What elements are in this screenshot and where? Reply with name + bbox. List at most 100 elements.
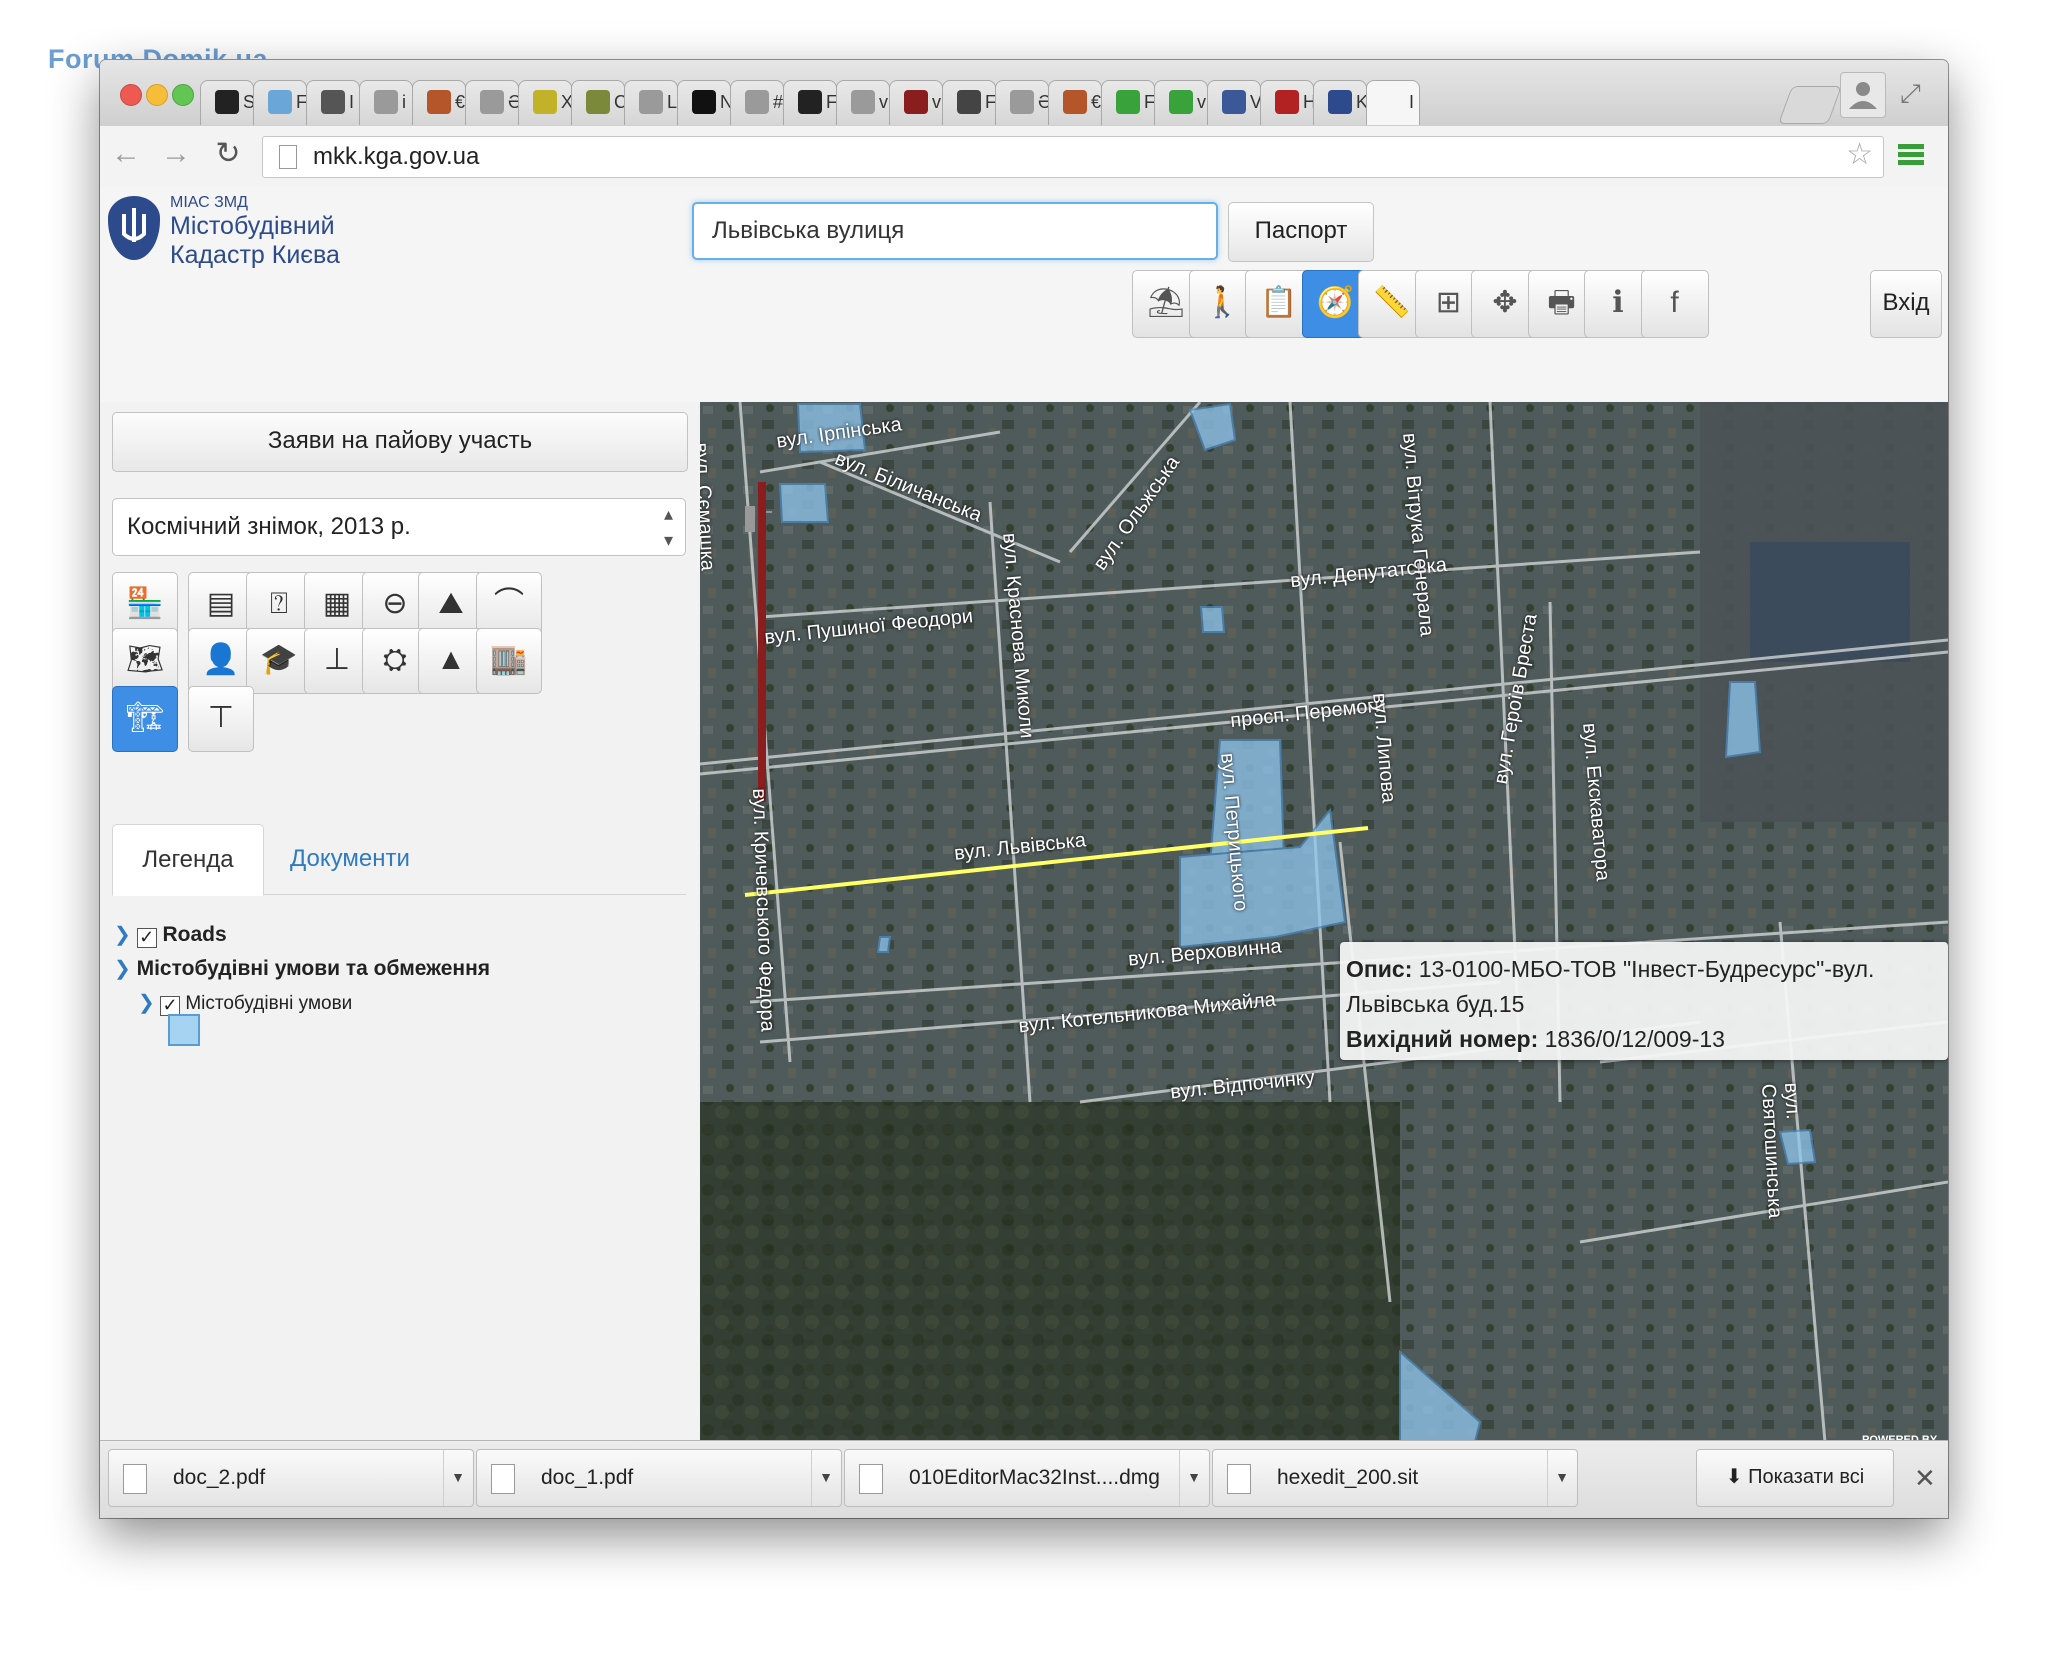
show-all-downloads-button[interactable]: ⬇ Показати всі	[1696, 1449, 1894, 1507]
passport-button[interactable]: Паспорт	[1228, 202, 1374, 262]
tab-strip: S F Ii € Ә X C L N # Fv v F Ә € Fv V H K I ⤢	[100, 60, 1948, 126]
hamburger-menu-icon	[1898, 144, 1924, 165]
browser-tab[interactable]: F	[942, 80, 996, 125]
green-house-icon	[1116, 90, 1140, 114]
store-icon: 🏪	[126, 587, 164, 620]
reload-button[interactable]: ↻	[210, 136, 246, 172]
tab-title: €	[455, 92, 466, 112]
download-item[interactable]: 010EditorMac32Inst....dmg ▼	[844, 1449, 1210, 1507]
roads-checkbox[interactable]: ✓	[136, 928, 157, 948]
person-icon: 👤	[202, 643, 240, 676]
gavel-icon	[427, 90, 451, 114]
browser-tab[interactable]: H	[1260, 80, 1316, 125]
n-icon	[692, 90, 716, 114]
page-icon	[745, 90, 769, 114]
bookmark-star-icon[interactable]: ☆	[1846, 137, 1873, 172]
park-icon: ⌒	[494, 587, 524, 620]
street-label: вул. Святошинська	[1757, 1082, 1804, 1219]
menu-button[interactable]	[1896, 140, 1926, 175]
address-search-input[interactable]: Львівська вулиця	[692, 202, 1218, 260]
layer-button-tree[interactable]: ▲	[418, 628, 484, 694]
logo-title-line2: Кадастр Києва	[170, 241, 340, 269]
construction-crane-icon: 🏗	[125, 701, 165, 734]
applications-button[interactable]: Заяви на пайову участь	[112, 412, 688, 472]
browser-tab[interactable]: I	[306, 80, 360, 125]
layer-button-education[interactable]: 🎓	[246, 628, 312, 694]
back-button[interactable]: ←	[108, 136, 144, 172]
browser-tab[interactable]: C	[571, 80, 627, 125]
layer-button-person[interactable]: 👤	[188, 628, 254, 694]
building-plan-icon: ▤	[206, 587, 236, 620]
layer-button-billboard[interactable]: ⊤	[188, 686, 254, 752]
minimize-window-button[interactable]	[146, 84, 168, 106]
tree-item-conditions-layer[interactable]: ❯ ✓ Містобудівні умови	[138, 990, 352, 1016]
browser-tab[interactable]: Ә	[995, 80, 1052, 125]
tree-item-conditions-group[interactable]: ❯ Містобудівні умови та обмеження	[114, 956, 490, 981]
logo-subtitle: МІАС ЗМД	[170, 194, 248, 211]
maximize-window-button[interactable]	[172, 84, 194, 106]
browser-tab[interactable]: V	[1207, 80, 1262, 125]
tab-title: €	[1091, 92, 1102, 112]
profile-button[interactable]	[1840, 72, 1886, 118]
tab-legend[interactable]: Легенда	[112, 824, 264, 896]
map-view[interactable]: вул. Сємашка вул. Ірпінська вул. Біличан…	[700, 402, 1948, 1500]
caret-down-icon[interactable]: ▼	[1547, 1450, 1576, 1506]
caret-down-icon[interactable]: ▼	[443, 1450, 472, 1506]
github-icon	[215, 90, 239, 114]
tree-label-conditions-group: Містобудівні умови та обмеження	[136, 957, 491, 980]
browser-tab[interactable]: v	[836, 80, 890, 125]
facebook-tool-button[interactable]: f	[1640, 270, 1709, 338]
tab-documents[interactable]: Документи	[290, 824, 410, 894]
basemap-select[interactable]: Космічний знімок, 2013 р. ▴ ▾	[112, 498, 686, 556]
clipboard-icon: 📋	[1260, 286, 1298, 319]
tree-item-roads[interactable]: ❯ ✓ Roads	[114, 922, 227, 948]
url-field[interactable]: mkk.kga.gov.ua ☆	[262, 136, 1884, 178]
close-icon[interactable]: ✕	[1914, 1463, 1936, 1494]
app-header: МІАС ЗМД Містобудівний Кадастр Києва Льв…	[100, 186, 1948, 402]
browser-tab[interactable]: #	[730, 80, 784, 125]
browser-tab[interactable]: S	[200, 80, 255, 125]
legend-swatch	[168, 1014, 200, 1046]
download-item[interactable]: hexedit_200.sit ▼	[1212, 1449, 1578, 1507]
cloud-icon	[268, 90, 292, 114]
browser-tab[interactable]: v	[1154, 80, 1208, 125]
browser-tab[interactable]: €	[1048, 80, 1102, 125]
browser-tab[interactable]: K	[1313, 80, 1368, 125]
browser-tab[interactable]: Ә	[465, 80, 522, 125]
browser-tab[interactable]: F	[783, 80, 837, 125]
browser-tab[interactable]: i	[359, 80, 413, 125]
layer-button-construction-crane[interactable]: 🏗	[112, 686, 178, 752]
browser-window: S F Ii € Ә X C L N # Fv v F Ә € Fv V H K I ⤢ ← → ↻ mkk.kga.…	[100, 60, 1948, 1518]
browser-tab[interactable]: v	[889, 80, 943, 125]
download-item[interactable]: doc_2.pdf ▼	[108, 1449, 474, 1507]
download-item[interactable]: doc_1.pdf ▼	[476, 1449, 842, 1507]
chevron-right-icon[interactable]: ❯	[114, 924, 131, 946]
layer-button-map-layer[interactable]: 🗺	[112, 628, 178, 694]
browser-tab[interactable]: F	[253, 80, 307, 125]
downloads-bar: doc_2.pdf ▼ doc_1.pdf ▼ 010EditorMac32Inst..…	[100, 1440, 1948, 1518]
caret-down-icon[interactable]: ▼	[811, 1450, 840, 1506]
browser-tab[interactable]: X	[518, 80, 573, 125]
browser-tab[interactable]: N	[677, 80, 733, 125]
login-button[interactable]: Вхід	[1870, 270, 1942, 338]
speaker-icon	[321, 90, 345, 114]
fullscreen-icon[interactable]: ⤢	[1900, 78, 1921, 110]
logo-title-line1: Містобудівний	[170, 212, 335, 240]
chevron-down-icon[interactable]: ❯	[114, 958, 131, 980]
browser-tab[interactable]: L	[624, 80, 678, 125]
new-tab-button[interactable]	[1778, 86, 1842, 124]
landscape-icon: ⛰	[438, 587, 464, 620]
caret-down-icon[interactable]: ▼	[1179, 1450, 1208, 1506]
close-window-button[interactable]	[120, 84, 142, 106]
browser-tab[interactable]: €	[412, 80, 466, 125]
browser-tab[interactable]: F	[1101, 80, 1155, 125]
forward-button[interactable]: →	[158, 136, 194, 172]
page-icon	[639, 90, 663, 114]
layer-button-monument[interactable]: ⊥	[304, 628, 370, 694]
conditions-checkbox[interactable]: ✓	[160, 996, 181, 1016]
browser-tab[interactable]: I	[1366, 80, 1420, 125]
green-house-icon	[1169, 90, 1193, 114]
layer-button-market[interactable]: 🏬	[476, 628, 542, 694]
address-bar: ← → ↻ mkk.kga.gov.ua ☆	[100, 126, 1948, 187]
chevron-down-icon[interactable]: ❯	[138, 992, 155, 1014]
